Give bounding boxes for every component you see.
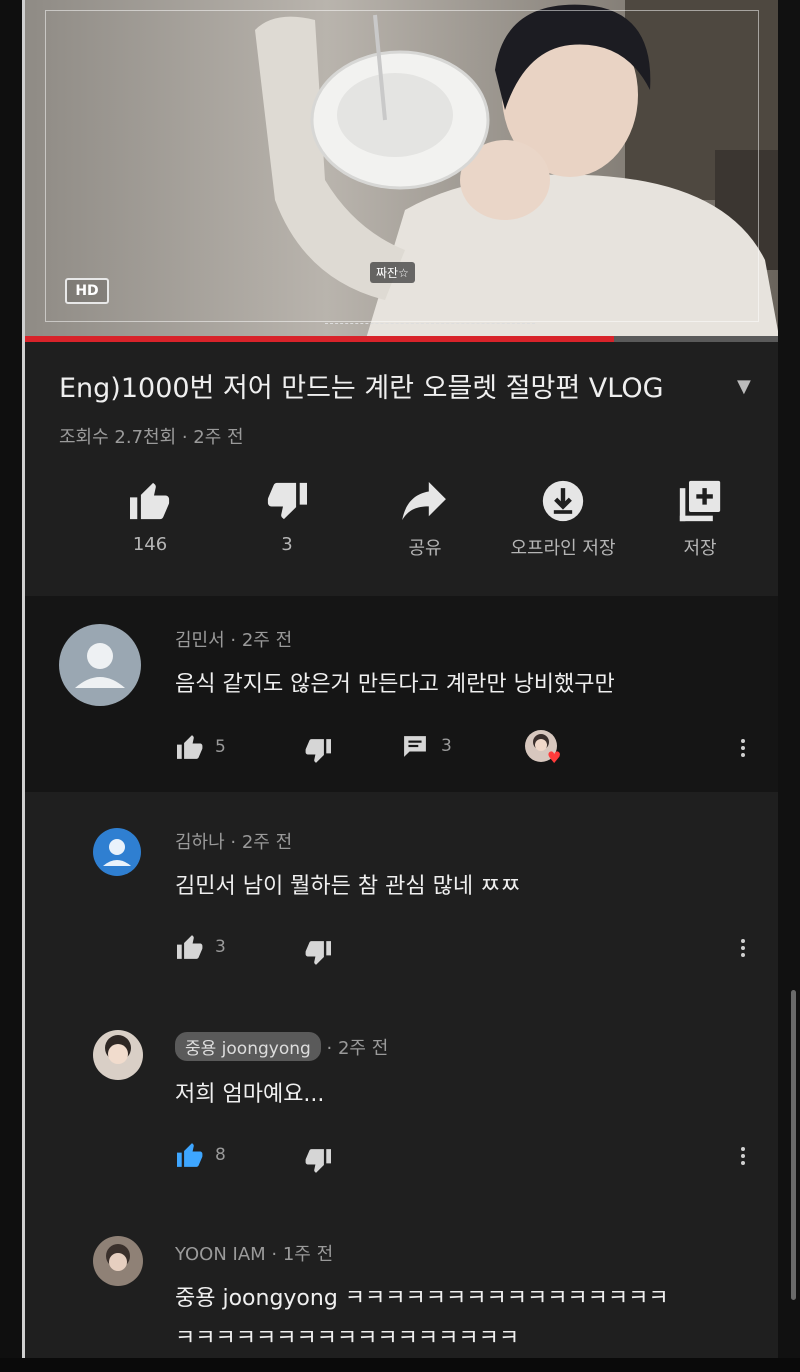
comment-author[interactable]: 김하나 · 2주 전 [175, 828, 292, 854]
download-icon [542, 480, 584, 522]
comment-dislike-button[interactable] [303, 738, 333, 764]
comment-reply-count: 3 [441, 736, 452, 756]
comment-text-line2: ㅋㅋㅋㅋㅋㅋㅋㅋㅋㅋㅋㅋㅋㅋㅋㅋㅋ [175, 1326, 520, 1351]
comment-text: 저희 엄마예요... [175, 1082, 325, 1107]
comment-dislike-button[interactable] [303, 1148, 333, 1174]
comment-replies-button[interactable]: 3 [401, 734, 452, 758]
offline-save-label: 오프라인 저장 [510, 538, 616, 559]
video-progress-bar[interactable] [25, 336, 780, 342]
thumbs-down-icon [267, 482, 307, 520]
share-button[interactable]: 공유 [365, 476, 485, 560]
comment-thread: 김민서 · 2주 전 음식 같지도 않은거 만든다고 계란만 낭비했구만 5 3… [25, 596, 780, 792]
thumbs-down-icon [305, 1149, 331, 1173]
hd-badge: HD [65, 278, 109, 304]
scrollbar[interactable] [791, 990, 796, 1300]
chevron-down-icon[interactable]: ▼ [737, 376, 751, 397]
video-title[interactable]: Eng)1000번 저어 만드는 계란 오믈렛 절망편 VLOG [59, 366, 664, 405]
thumbs-up-icon [177, 935, 203, 959]
save-button[interactable]: 저장 [640, 476, 760, 560]
like-button[interactable]: 146 [90, 476, 210, 555]
thumbs-down-icon [305, 941, 331, 965]
creator-chip[interactable]: 중용 joongyong [175, 1032, 321, 1061]
comment-like-button[interactable]: 3 [175, 934, 226, 960]
reply-item: 김하나 · 2주 전 김민서 남이 뭘하든 참 관심 많네 ㅉㅉ 3 [25, 800, 780, 995]
comment-like-button[interactable]: 8 [175, 1142, 226, 1168]
more-vert-icon[interactable] [741, 936, 747, 960]
thumbs-up-icon [130, 482, 170, 520]
comment-time: · 2주 전 [320, 1038, 389, 1059]
comment-text: 김민서 남이 뭘하든 참 관심 많네 ㅉㅉ [175, 874, 521, 899]
more-vert-icon[interactable] [741, 736, 747, 760]
video-player[interactable]: HD 짜잔☆ [25, 0, 780, 342]
comment-dislike-button[interactable] [303, 940, 333, 966]
comment-like-button[interactable]: 5 [175, 734, 226, 760]
video-meta: 조회수 2.7천회 · 2주 전 [59, 427, 244, 448]
offline-save-button[interactable]: 오프라인 저장 [503, 476, 623, 560]
comment-like-count: 5 [215, 737, 226, 757]
thumbs-up-icon [177, 1143, 203, 1167]
thumbs-down-icon [305, 739, 331, 763]
avatar-default-icon[interactable] [59, 624, 141, 706]
comment-like-count: 8 [215, 1145, 226, 1165]
share-icon [402, 482, 446, 520]
avatar-default-icon[interactable] [93, 828, 141, 876]
reply-icon [404, 736, 426, 757]
comment-like-count: 3 [215, 937, 226, 957]
overlay-sticker: 짜잔☆ [370, 262, 415, 283]
comment-author[interactable]: YOON IAM · 1주 전 [175, 1240, 333, 1266]
comment-text-line1: 중용 joongyong ㅋㅋㅋㅋㅋㅋㅋㅋㅋㅋㅋㅋㅋㅋㅋㅋ [175, 1286, 669, 1311]
dislike-count: 3 [281, 534, 293, 555]
more-vert-icon[interactable] [741, 1144, 747, 1168]
comment-author[interactable]: 김민서 · 2주 전 [175, 626, 292, 652]
app-frame: HD 짜잔☆ Eng)1000번 저어 만드는 계란 오믈렛 절망편 VLOG … [22, 0, 780, 1372]
side-edge [778, 0, 800, 1372]
comment-text: 음식 같지도 않은거 만든다고 계란만 낭비했구만 [175, 672, 615, 697]
video-progress-fill [25, 336, 614, 342]
dislike-button[interactable]: 3 [227, 476, 347, 555]
action-bar: 146 3 공유 오프라인 저장 저장 [65, 476, 745, 566]
thumbs-up-icon [177, 735, 203, 759]
reply-item: YOON IAM · 1주 전 중용 joongyong ㅋㅋㅋㅋㅋㅋㅋㅋㅋㅋㅋ… [25, 1222, 780, 1358]
playlist-add-icon [679, 480, 721, 522]
avatar-photo[interactable] [93, 1030, 143, 1080]
share-label: 공유 [408, 538, 442, 559]
video-ruler [325, 313, 535, 324]
comment-author[interactable]: 중용 joongyong · 2주 전 [175, 1032, 388, 1061]
bottom-edge [0, 1358, 800, 1372]
heart-icon: ♥ [547, 748, 562, 767]
save-label: 저장 [683, 538, 717, 559]
avatar-photo[interactable] [93, 1236, 143, 1286]
reply-item: 중용 joongyong · 2주 전 저희 엄마예요... 8 [25, 1010, 780, 1210]
like-count: 146 [132, 534, 168, 555]
